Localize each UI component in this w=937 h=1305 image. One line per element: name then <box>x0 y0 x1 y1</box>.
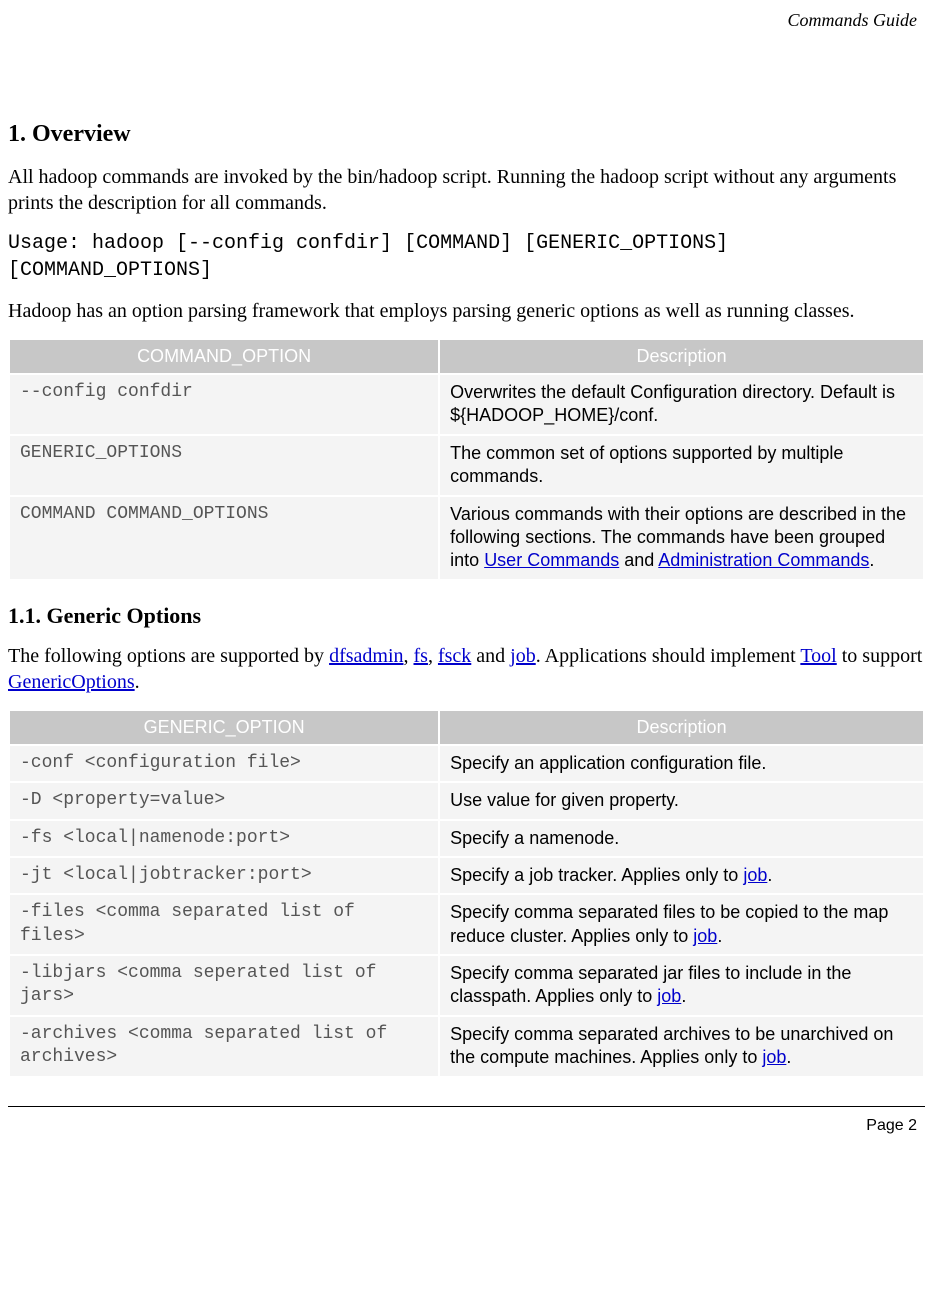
desc-cell: Various commands with their options are … <box>440 497 923 579</box>
opt-cell: -files <comma separated list of files> <box>10 895 438 954</box>
overview-p2: Hadoop has an option parsing framework t… <box>8 298 925 324</box>
desc-cell: Specify comma separated jar files to inc… <box>440 956 923 1015</box>
opt-cell: -D <property=value> <box>10 783 438 818</box>
table-header-row: COMMAND_OPTION Description <box>10 340 923 373</box>
opt-cell: -conf <configuration file> <box>10 746 438 781</box>
desc-text: . <box>786 1047 791 1067</box>
link-job[interactable]: job <box>743 865 767 885</box>
opt-cell: -jt <local|jobtracker:port> <box>10 858 438 893</box>
opt-cell: -fs <local|namenode:port> <box>10 821 438 856</box>
desc-text: . <box>681 986 686 1006</box>
text: . <box>135 671 140 693</box>
desc-cell: Specify comma separated files to be copi… <box>440 895 923 954</box>
link-fsck[interactable]: fsck <box>438 645 471 667</box>
desc-cell: Specify a namenode. <box>440 821 923 856</box>
link-dfsadmin[interactable]: dfsadmin <box>329 645 403 667</box>
desc-text: . <box>767 865 772 885</box>
overview-p1: All hadoop commands are invoked by the b… <box>8 164 925 216</box>
generic-options-p: The following options are supported by d… <box>8 643 925 695</box>
desc-cell: Use value for given property. <box>440 783 923 818</box>
table-row: -files <comma separated list of files> S… <box>10 895 923 954</box>
col-description: Description <box>440 711 923 744</box>
link-genericoptions[interactable]: GenericOptions <box>8 671 135 693</box>
link-job[interactable]: job <box>510 645 536 667</box>
footer-rule <box>8 1106 925 1107</box>
desc-cell: Overwrites the default Configuration dir… <box>440 375 923 434</box>
page-number: Page 2 <box>8 1117 917 1135</box>
table-row: -libjars <comma seperated list of jars> … <box>10 956 923 1015</box>
desc-cell: The common set of options supported by m… <box>440 436 923 495</box>
link-user-commands[interactable]: User Commands <box>484 550 619 570</box>
desc-cell: Specify comma separated archives to be u… <box>440 1017 923 1076</box>
opt-cell: --config confdir <box>10 375 438 434</box>
text: . Applications should implement <box>536 645 801 667</box>
col-description: Description <box>440 340 923 373</box>
table-row: --config confdir Overwrites the default … <box>10 375 923 434</box>
text: , <box>428 645 438 667</box>
table-row: -fs <local|namenode:port> Specify a name… <box>10 821 923 856</box>
col-command-option: COMMAND_OPTION <box>10 340 438 373</box>
desc-text: . <box>869 550 874 570</box>
desc-text: . <box>717 926 722 946</box>
table-row: -conf <configuration file> Specify an ap… <box>10 746 923 781</box>
col-generic-option: GENERIC_OPTION <box>10 711 438 744</box>
text: and <box>471 645 510 667</box>
heading-overview: 1. Overview <box>8 121 925 148</box>
opt-cell: COMMAND COMMAND_OPTIONS <box>10 497 438 579</box>
table-row: -D <property=value> Use value for given … <box>10 783 923 818</box>
desc-text: and <box>619 550 658 570</box>
header-doc-title: Commands Guide <box>8 10 917 31</box>
link-job[interactable]: job <box>762 1047 786 1067</box>
link-job[interactable]: job <box>657 986 681 1006</box>
link-administration-commands[interactable]: Administration Commands <box>658 550 869 570</box>
text: to support <box>837 645 923 667</box>
desc-text: Specify comma separated files to be copi… <box>450 902 888 945</box>
link-tool[interactable]: Tool <box>800 645 836 667</box>
generic-option-table: GENERIC_OPTION Description -conf <config… <box>8 709 925 1078</box>
desc-text: Specify comma separated jar files to inc… <box>450 963 851 1006</box>
table-header-row: GENERIC_OPTION Description <box>10 711 923 744</box>
text: , <box>404 645 414 667</box>
opt-cell: GENERIC_OPTIONS <box>10 436 438 495</box>
opt-cell: -archives <comma separated list of archi… <box>10 1017 438 1076</box>
desc-cell: Specify an application configuration fil… <box>440 746 923 781</box>
opt-cell: -libjars <comma seperated list of jars> <box>10 956 438 1015</box>
table-row: GENERIC_OPTIONS The common set of option… <box>10 436 923 495</box>
link-fs[interactable]: fs <box>414 645 428 667</box>
command-option-table: COMMAND_OPTION Description --config conf… <box>8 338 925 581</box>
desc-text: Specify a job tracker. Applies only to <box>450 865 743 885</box>
link-job[interactable]: job <box>693 926 717 946</box>
desc-cell: Specify a job tracker. Applies only to j… <box>440 858 923 893</box>
table-row: -archives <comma separated list of archi… <box>10 1017 923 1076</box>
table-row: -jt <local|jobtracker:port> Specify a jo… <box>10 858 923 893</box>
table-row: COMMAND COMMAND_OPTIONS Various commands… <box>10 497 923 579</box>
desc-text: Specify comma separated archives to be u… <box>450 1024 893 1067</box>
text: The following options are supported by <box>8 645 329 667</box>
heading-generic-options: 1.1. Generic Options <box>8 603 925 629</box>
usage-line: Usage: hadoop [--config confdir] [COMMAN… <box>8 230 925 284</box>
